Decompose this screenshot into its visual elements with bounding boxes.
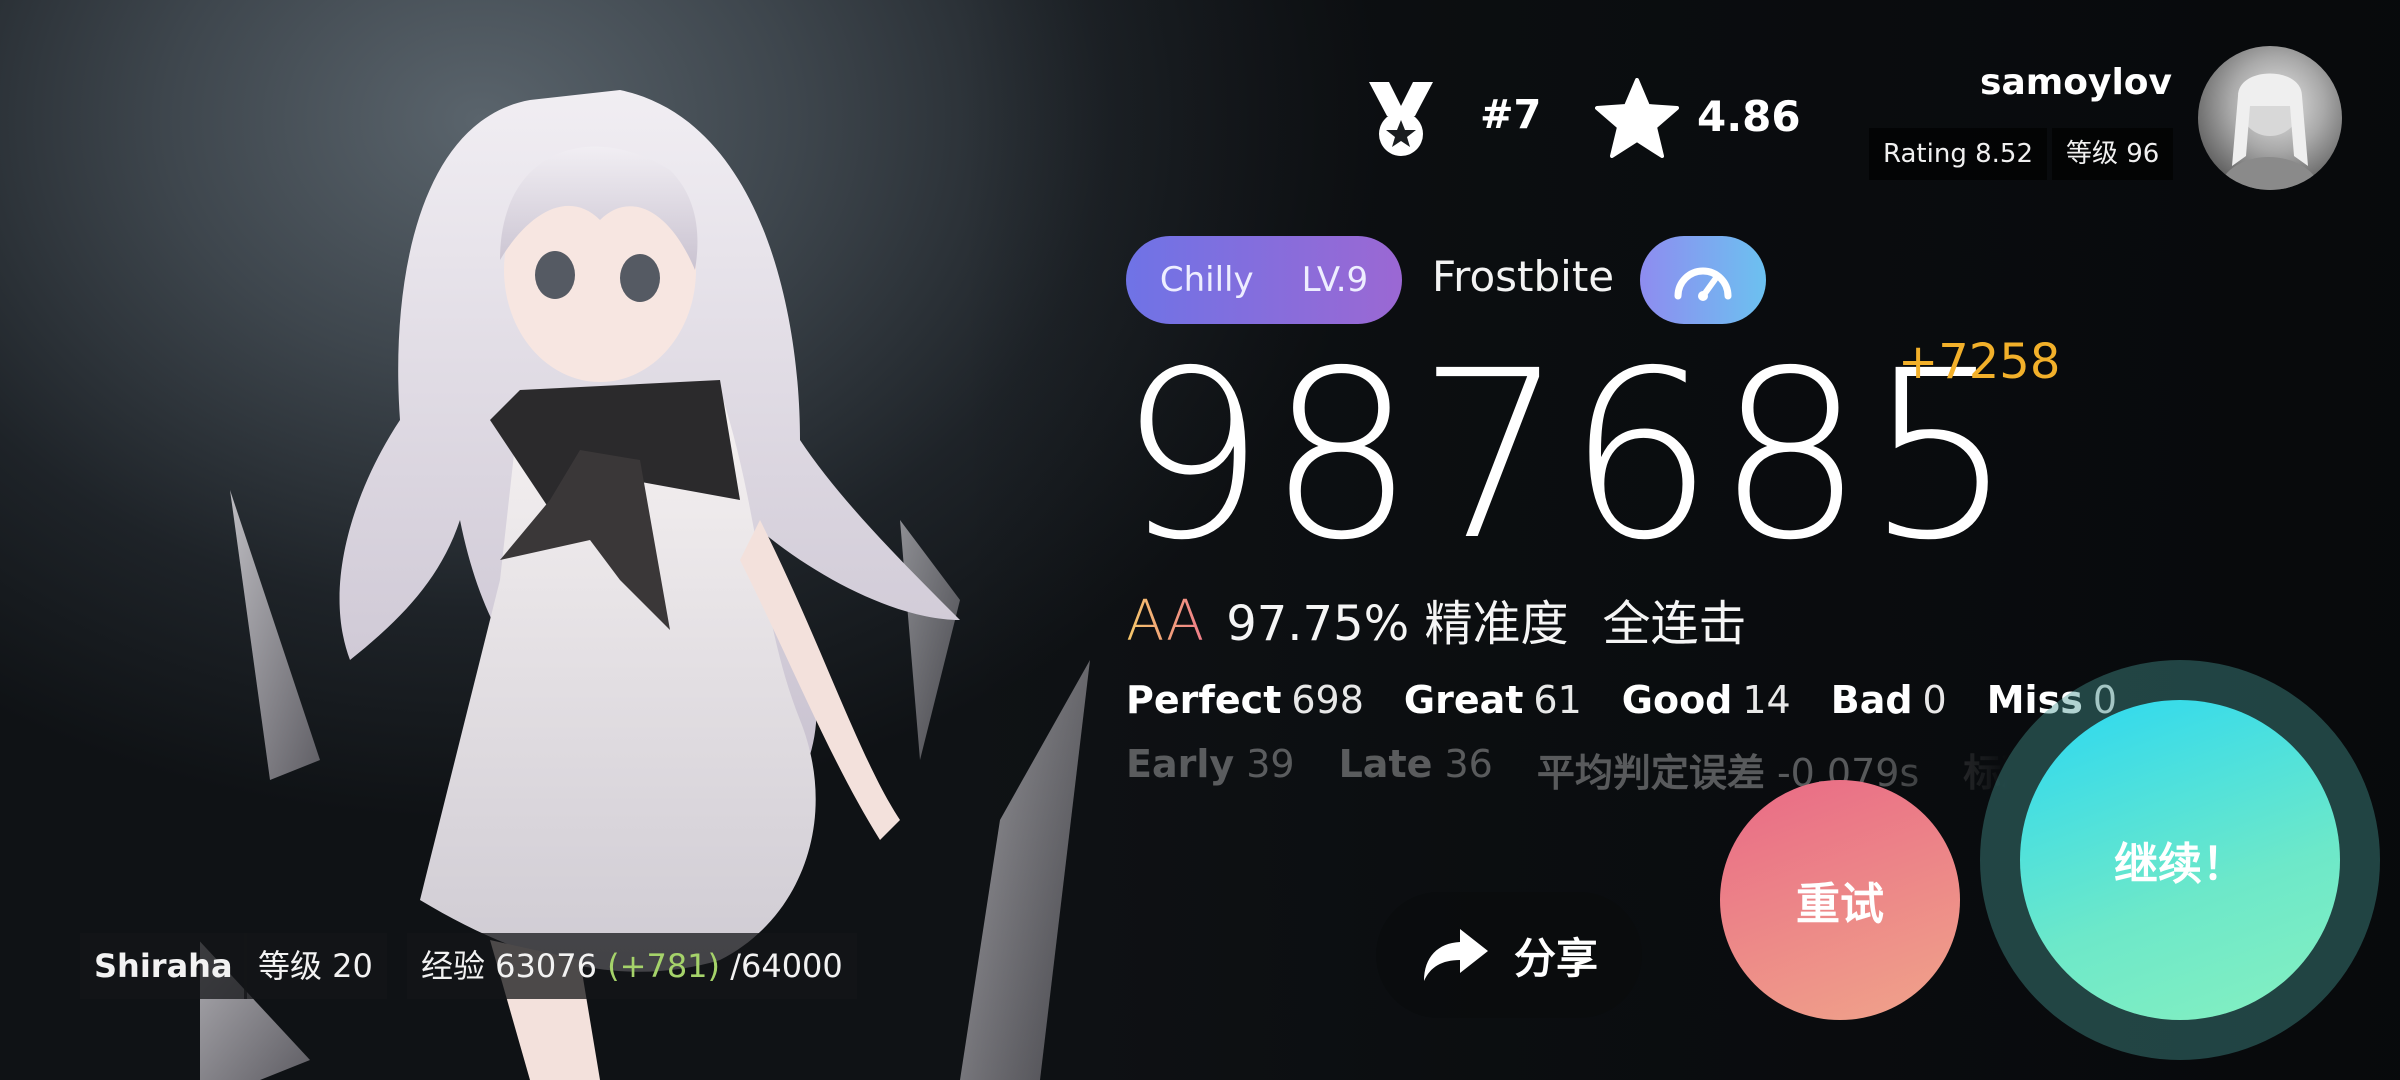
song-title: Frostbite xyxy=(1432,252,1615,301)
judgement-perfect: Perfect 698 xyxy=(1126,678,1364,722)
grade-row: AA 97.75% 精准度 全连击 xyxy=(1126,584,1747,654)
judgement-label: Great xyxy=(1403,678,1524,722)
avatar[interactable] xyxy=(2198,46,2342,190)
judgement-label: Perfect xyxy=(1126,678,1282,722)
judgement-good: Good 14 xyxy=(1622,678,1791,722)
medal-icon xyxy=(1369,82,1433,156)
score-delta: +7258 xyxy=(1898,334,2061,390)
share-button[interactable]: 分享 xyxy=(1376,892,1642,1018)
timing-label: Late xyxy=(1338,742,1433,786)
player-rating-chip: Rating 8.52 xyxy=(1869,128,2047,180)
continue-label: 继续！ xyxy=(2114,839,2246,890)
timing-row: Early 39 Late 36 平均判定误差 -0.079s 标准判定 xyxy=(1126,742,2086,797)
difficulty-pill: Chilly LV.9 xyxy=(1126,236,1402,324)
song-rating-value: 4.86 xyxy=(1697,92,1801,141)
character-name-chip: Shiraha xyxy=(80,933,247,999)
username: samoylov xyxy=(1980,62,2172,103)
full-combo-label: 全连击 xyxy=(1602,596,1747,652)
accuracy-value: 97.75% 精准度 xyxy=(1226,596,1569,652)
timing-value: 36 xyxy=(1444,742,1493,786)
timing-late: Late 36 xyxy=(1339,742,1493,797)
timing-label: 平均判定误差 xyxy=(1536,751,1765,795)
judgement-count: 14 xyxy=(1742,678,1791,722)
difficulty-name: Chilly xyxy=(1159,260,1254,300)
rank-value: #7 xyxy=(1480,92,1542,138)
exp-gain: (+781) xyxy=(607,947,721,985)
account-level-chip: 等级 96 xyxy=(2052,128,2174,180)
retry-button[interactable]: 重试 xyxy=(1720,780,1960,1020)
judgement-great: Great 61 xyxy=(1404,678,1582,722)
share-label: 分享 xyxy=(1513,933,1598,983)
judgement-label: Bad xyxy=(1830,678,1913,722)
timing-label: Early xyxy=(1126,742,1235,786)
judgement-label: Good xyxy=(1621,678,1733,722)
judgement-count: 61 xyxy=(1533,678,1582,722)
timing-early: Early 39 xyxy=(1126,742,1295,797)
exp-total: /64000 xyxy=(730,947,843,985)
grade-badge: AA xyxy=(1126,589,1205,654)
judgement-count: 0 xyxy=(1922,678,1947,722)
score-value: 987685 xyxy=(1118,321,2016,591)
speedometer-icon xyxy=(1674,267,1732,301)
judgement-bad: Bad 0 xyxy=(1831,678,1947,722)
retry-label: 重试 xyxy=(1796,879,1884,930)
exp-current: 经验 63076 xyxy=(421,947,597,985)
character-level-chip: 等级 20 xyxy=(244,933,387,999)
difficulty-level: LV.9 xyxy=(1301,260,1369,300)
timing-value: 39 xyxy=(1246,742,1295,786)
continue-button[interactable]: 继续！ xyxy=(2020,700,2340,1020)
speed-button[interactable] xyxy=(1640,236,1766,324)
avatar-image xyxy=(2218,73,2322,190)
experience-chip: 经验 63076 (+781) /64000 xyxy=(407,933,857,999)
judgement-count: 698 xyxy=(1291,678,1364,722)
star-icon xyxy=(1595,78,1679,158)
judgement-row: Perfect 698 Great 61 Good 14 Bad 0 Miss 0 xyxy=(1126,678,2117,722)
share-arrow-icon xyxy=(1423,929,1488,981)
